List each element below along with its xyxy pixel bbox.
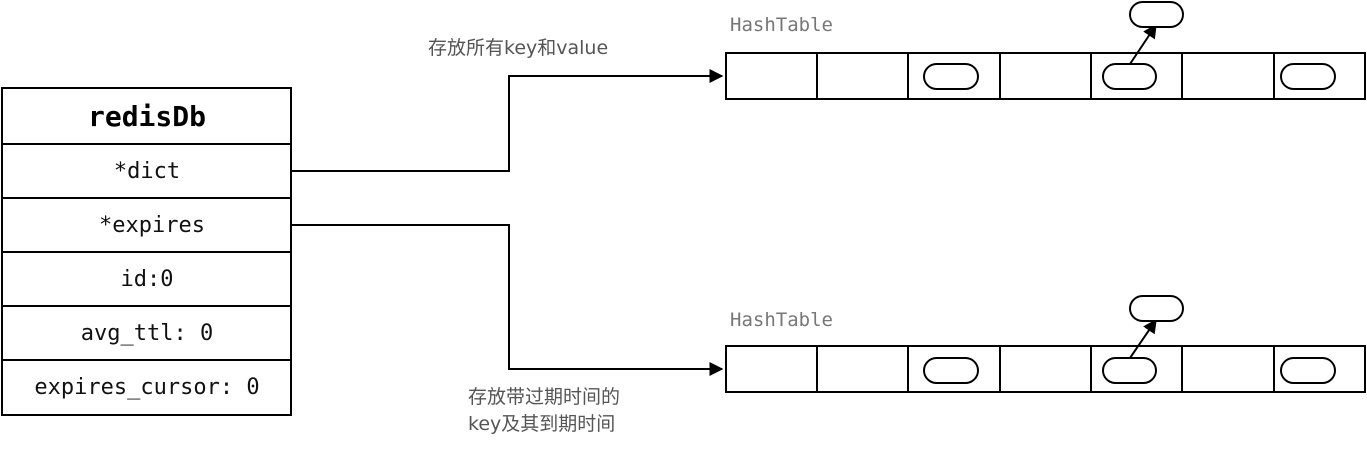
hashtable-label: HashTable <box>730 14 833 36</box>
hashtable-dict: HashTable <box>725 1 1366 100</box>
field-expires: *expires <box>99 213 205 238</box>
field-dict: *dict <box>114 159 180 184</box>
field-avg-ttl: avg_ttl: 0 <box>81 321 213 346</box>
hashtable-label: HashTable <box>730 309 833 331</box>
dict-annotation: 存放所有key和value <box>428 37 608 59</box>
redisdb-diagram: redisDb *dict *expires id:0 avg_ttl: 0 e… <box>1 1 1366 435</box>
field-expires-cursor: expires_cursor: 0 <box>34 375 259 400</box>
struct-title: redisDb <box>88 100 206 133</box>
expires-annotation-line-2: key及其到期时间 <box>468 413 615 435</box>
hashtable-array <box>725 345 1366 393</box>
chained-entry-node <box>1129 1 1184 28</box>
dict-connector-arrow <box>291 69 724 172</box>
expires-connector-arrow <box>291 224 724 376</box>
chained-entry-node <box>1129 295 1184 322</box>
redisdb-struct: redisDb *dict *expires id:0 avg_ttl: 0 e… <box>1 87 292 416</box>
entry-node <box>1280 357 1336 384</box>
field-id: id:0 <box>121 267 174 292</box>
entry-node <box>1280 63 1336 90</box>
hashtable-array <box>725 52 1366 100</box>
entry-node <box>1102 357 1157 384</box>
expires-annotation-line-1: 存放带过期时间的 <box>468 386 620 408</box>
entry-node <box>923 63 979 90</box>
hashtable-expires: HashTable <box>725 295 1366 393</box>
entry-node <box>923 357 979 384</box>
entry-node <box>1102 63 1157 90</box>
